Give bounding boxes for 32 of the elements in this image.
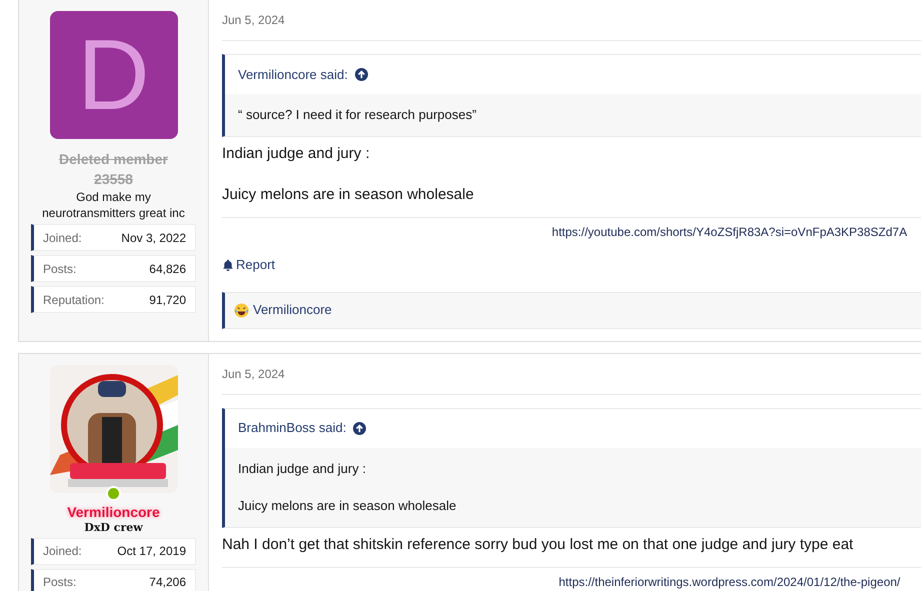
laughing-emoji-icon <box>234 302 249 318</box>
bell-icon <box>222 258 234 271</box>
post-date[interactable]: Jun 5, 2024 <box>222 11 285 29</box>
stat-value: Nov 3, 2022 <box>121 230 186 246</box>
avatar-letter: D <box>77 25 150 125</box>
stat-value: Oct 17, 2019 <box>117 543 186 560</box>
stat-value: 64,826 <box>149 260 186 278</box>
post-date[interactable]: Jun 5, 2024 <box>222 364 285 382</box>
user-title: DxD crew <box>83 520 144 534</box>
quote-author[interactable]: Vermilioncore said: <box>238 64 348 84</box>
quote-text: Indian judge and jury : <box>238 460 367 478</box>
stat-label: Posts: <box>43 574 76 591</box>
quote-author[interactable]: BrahminBoss said: <box>238 418 346 438</box>
message-text: Nah I don’t get that shitskin reference sorry bud you lost me on that one judge and jury type eat <box>222 534 854 554</box>
arrow-up-circle-icon[interactable] <box>354 68 368 81</box>
stat-value: 91,720 <box>149 292 186 308</box>
message-text: Juicy melons are in season wholesale <box>222 185 475 205</box>
user-title: God make my neurotransmitters great inc <box>41 189 186 221</box>
reaction-user[interactable]: Vermilioncore <box>253 300 332 320</box>
stat-value: 74,206 <box>149 574 186 591</box>
stat-label: Posts: <box>43 260 76 278</box>
signature-link[interactable]: https://youtube.com/shorts/Y4oZSfjR83A?si=oVnFpA3KP38SZd7A <box>552 223 908 241</box>
arrow-up-circle-icon[interactable] <box>353 422 366 434</box>
message-text: Indian judge and jury : <box>222 144 371 164</box>
stat-label: Joined: <box>43 543 82 560</box>
quote-text: “ source? I need it for research purposes” <box>238 106 478 124</box>
quote-text: Juicy melons are in season wholesale <box>238 496 458 515</box>
username[interactable]: Vermilioncore <box>67 502 160 520</box>
report-link[interactable]: Report <box>222 255 276 274</box>
signature-link[interactable]: https://theinferiorwritings.wordpress.com/2024/01/12/the-pigeon/ <box>558 572 900 590</box>
stat-label: Joined: <box>43 230 82 246</box>
stat-label: Reputation: <box>43 292 104 308</box>
